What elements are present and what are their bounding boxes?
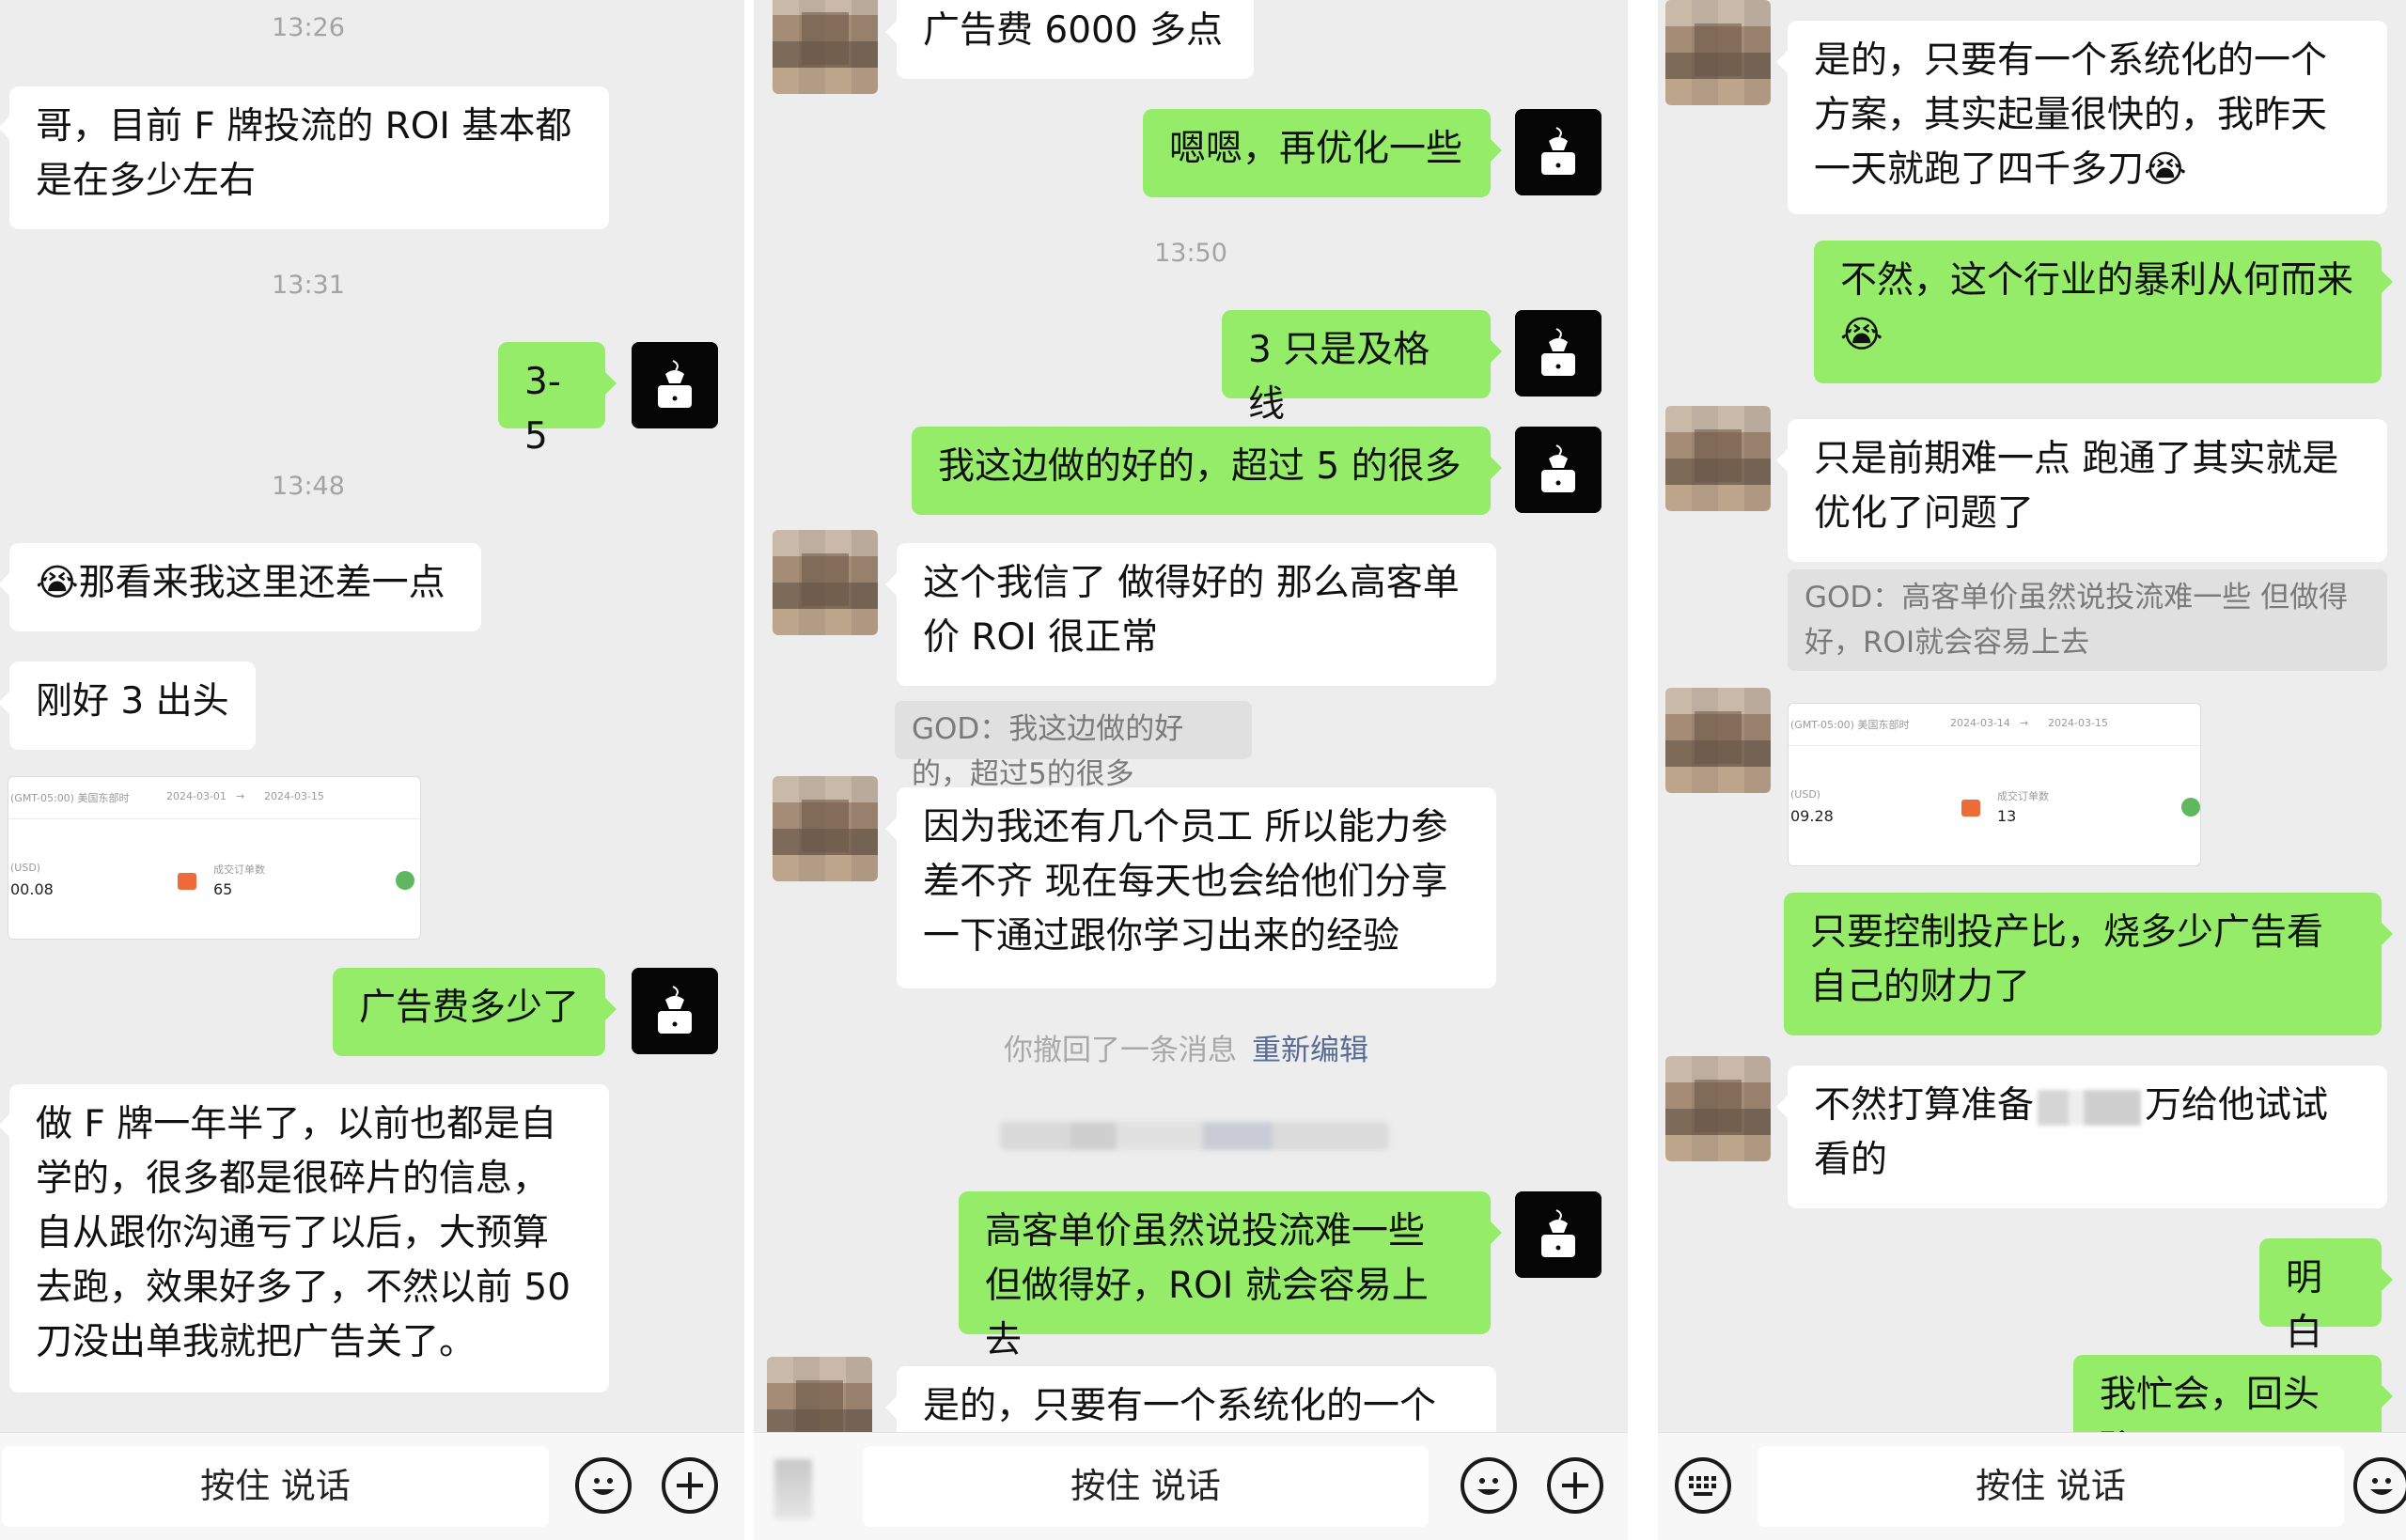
metric-value: 13 bbox=[1997, 807, 2017, 825]
contact-avatar[interactable] bbox=[773, 530, 878, 635]
timestamp: 13:31 bbox=[272, 271, 345, 300]
order-icon bbox=[178, 873, 196, 890]
metric-value: 65 bbox=[213, 880, 233, 898]
contact-avatar[interactable] bbox=[1665, 406, 1771, 511]
keyboard-icon bbox=[1689, 1476, 1716, 1496]
metric-label: 成交订单数 bbox=[213, 863, 265, 876]
message-text: 不然打算准备 bbox=[1814, 1084, 2035, 1127]
user-add-icon bbox=[396, 871, 414, 890]
metric-label: 成交订单数 bbox=[1997, 790, 2049, 802]
date-from: 2024-03-01 bbox=[166, 790, 227, 802]
user-avatar-icon bbox=[1515, 1191, 1601, 1278]
date-to: 2024-03-15 bbox=[264, 790, 324, 802]
quoted-message[interactable]: GOD：我这边做的好的，超过5的很多 bbox=[895, 701, 1252, 791]
timezone-label: (GMT-05:00) 美国东部时 bbox=[10, 792, 130, 804]
hold-to-talk-button[interactable]: 按住 说话 bbox=[2, 1446, 549, 1527]
arrow-label: → bbox=[2020, 717, 2029, 729]
timestamp: 13:50 bbox=[1154, 239, 1227, 268]
blurred-content bbox=[1000, 1122, 1389, 1150]
blurred-keyboard-icon[interactable] bbox=[774, 1459, 812, 1519]
user-avatar-icon bbox=[632, 968, 718, 1054]
metric-label: (USD) bbox=[10, 862, 41, 874]
recall-text: 你撤回了一条消息 bbox=[1004, 1034, 1237, 1067]
self-avatar[interactable] bbox=[1515, 109, 1601, 195]
contact-avatar[interactable] bbox=[773, 776, 878, 881]
date-to: 2024-03-15 bbox=[2048, 717, 2108, 729]
metric-label: (USD) bbox=[1790, 788, 1821, 801]
order-icon bbox=[1961, 800, 1980, 817]
message-bubble-incoming[interactable]: 因为我还有几个员工 所以能力参差不齐 现在每天也会给他们分享一下通过跟你学习出来… bbox=[885, 787, 1496, 988]
emoji-icon bbox=[2370, 1478, 2393, 1495]
message-bubble-outgoing[interactable]: 只要控制投产比，烧多少广告看自己的财力了 bbox=[1784, 893, 2393, 1035]
self-avatar[interactable] bbox=[1515, 427, 1601, 513]
re-edit-link[interactable]: 重新编辑 bbox=[1252, 1034, 1368, 1067]
input-bar: 按住 说话 bbox=[0, 1432, 744, 1540]
message-bubble-outgoing[interactable]: 3-5 bbox=[498, 342, 617, 458]
emoji-button[interactable] bbox=[2353, 1457, 2406, 1514]
quoted-message[interactable]: GOD：高客单价虽然说投流难一些 但做得好，ROI就会容易上去 bbox=[1788, 569, 2387, 671]
image-thumbnail[interactable]: (GMT-05:00) 美国东部时 2024-03-01 → 2024-03-1… bbox=[8, 776, 421, 940]
divider bbox=[8, 818, 420, 819]
timestamp: 13:48 bbox=[272, 472, 345, 501]
message-bubble-outgoing[interactable]: 不然，这个行业的暴利从何而来😭 bbox=[1814, 241, 2393, 383]
message-bubble-outgoing[interactable]: 广告费多少了 bbox=[333, 968, 617, 1056]
image-thumbnail[interactable]: (GMT-05:00) 美国东部时 2024-03-14 → 2024-03-1… bbox=[1788, 703, 2201, 866]
message-bubble-incoming[interactable]: 广告费 6000 多点 bbox=[885, 0, 1254, 79]
divider bbox=[1789, 745, 2200, 746]
metric-value: 00.08 bbox=[10, 880, 54, 898]
user-add-icon bbox=[2181, 798, 2200, 817]
user-avatar-icon bbox=[632, 342, 718, 428]
message-bubble-outgoing[interactable]: 明白 bbox=[2259, 1238, 2393, 1354]
contact-avatar[interactable] bbox=[1665, 0, 1771, 105]
keyboard-button[interactable] bbox=[1675, 1457, 1731, 1514]
timezone-label: (GMT-05:00) 美国东部时 bbox=[1790, 719, 1910, 731]
contact-avatar[interactable] bbox=[1665, 1056, 1771, 1161]
self-avatar[interactable] bbox=[1515, 310, 1601, 397]
self-avatar[interactable] bbox=[1515, 1191, 1601, 1278]
emoji-button[interactable] bbox=[1461, 1457, 1517, 1514]
chat-panel-2: 广告费 6000 多点 嗯嗯，再优化一些 13:50 3 只是及格线 我这边做的… bbox=[754, 0, 1628, 1540]
message-bubble-incoming[interactable]: 这个我信了 做得好的 那么高客单价 ROI 很正常 bbox=[885, 543, 1496, 686]
message-bubble-incoming[interactable]: 是的，只要有一个系统化的一个方案，其实起量很快的，我昨天一天就跑了四千多刀😭 bbox=[1776, 21, 2387, 214]
message-bubble-incoming[interactable]: 不然打算准备 万给他试试看的 bbox=[1776, 1066, 2387, 1208]
emoji-button[interactable] bbox=[575, 1457, 632, 1514]
user-avatar-icon bbox=[1515, 109, 1601, 195]
message-bubble-outgoing[interactable]: 我忙会，回头聊 bbox=[2073, 1355, 2393, 1470]
more-button[interactable] bbox=[662, 1457, 718, 1514]
timestamp: 13:26 bbox=[272, 13, 345, 42]
input-bar: 按住 说话 bbox=[754, 1432, 1628, 1540]
emoji-icon bbox=[592, 1478, 615, 1495]
message-bubble-outgoing[interactable]: 3 只是及格线 bbox=[1222, 310, 1502, 426]
more-button[interactable] bbox=[1547, 1457, 1603, 1514]
message-bubble-outgoing[interactable]: 我这边做的好的，超过 5 的很多 bbox=[912, 427, 1502, 515]
date-from: 2024-03-14 bbox=[1950, 717, 2010, 729]
plus-icon bbox=[1562, 1472, 1588, 1499]
message-bubble-outgoing[interactable]: 高客单价虽然说投流难一些 但做得好，ROI 就会容易上去 bbox=[959, 1191, 1502, 1361]
hold-to-talk-button[interactable]: 按住 说话 bbox=[863, 1446, 1429, 1527]
redacted-text bbox=[2038, 1089, 2142, 1126]
user-avatar-icon bbox=[1515, 427, 1601, 513]
message-bubble-incoming[interactable]: 做 F 牌一年半了，以前也都是自学的，很多都是很碎片的信息，自从跟你沟通亏了以后… bbox=[0, 1084, 609, 1392]
message-bubble-incoming[interactable]: 只是前期难一点 跑通了其实就是优化了问题了 bbox=[1776, 419, 2387, 562]
user-avatar-icon bbox=[1515, 310, 1601, 397]
self-avatar[interactable] bbox=[632, 342, 718, 428]
arrow-label: → bbox=[236, 790, 245, 802]
contact-avatar[interactable] bbox=[1665, 688, 1771, 793]
emoji-icon bbox=[1477, 1478, 1500, 1495]
plus-icon bbox=[677, 1472, 703, 1499]
input-bar: 按住 说话 bbox=[1658, 1432, 2406, 1540]
hold-to-talk-button[interactable]: 按住 说话 bbox=[1758, 1446, 2344, 1527]
message-bubble-incoming[interactable]: 刚好 3 出头 bbox=[0, 661, 256, 750]
message-bubble-incoming[interactable]: 哥，目前 F 牌投流的 ROI 基本都是在多少左右 bbox=[0, 86, 609, 229]
self-avatar[interactable] bbox=[632, 968, 718, 1054]
contact-avatar[interactable] bbox=[773, 0, 878, 94]
recall-notice: 你撤回了一条消息 重新编辑 bbox=[1004, 1026, 1368, 1068]
message-bubble-outgoing[interactable]: 嗯嗯，再优化一些 bbox=[1143, 109, 1502, 197]
message-bubble-incoming[interactable]: 😭那看来我这里还差一点 bbox=[0, 543, 481, 631]
metric-value: 09.28 bbox=[1790, 807, 1834, 825]
chat-panel-1: 13:26 哥，目前 F 牌投流的 ROI 基本都是在多少左右 13:31 3-… bbox=[0, 0, 744, 1540]
chat-panel-3: 是的，只要有一个系统化的一个方案，其实起量很快的，我昨天一天就跑了四千多刀😭 不… bbox=[1658, 0, 2406, 1540]
